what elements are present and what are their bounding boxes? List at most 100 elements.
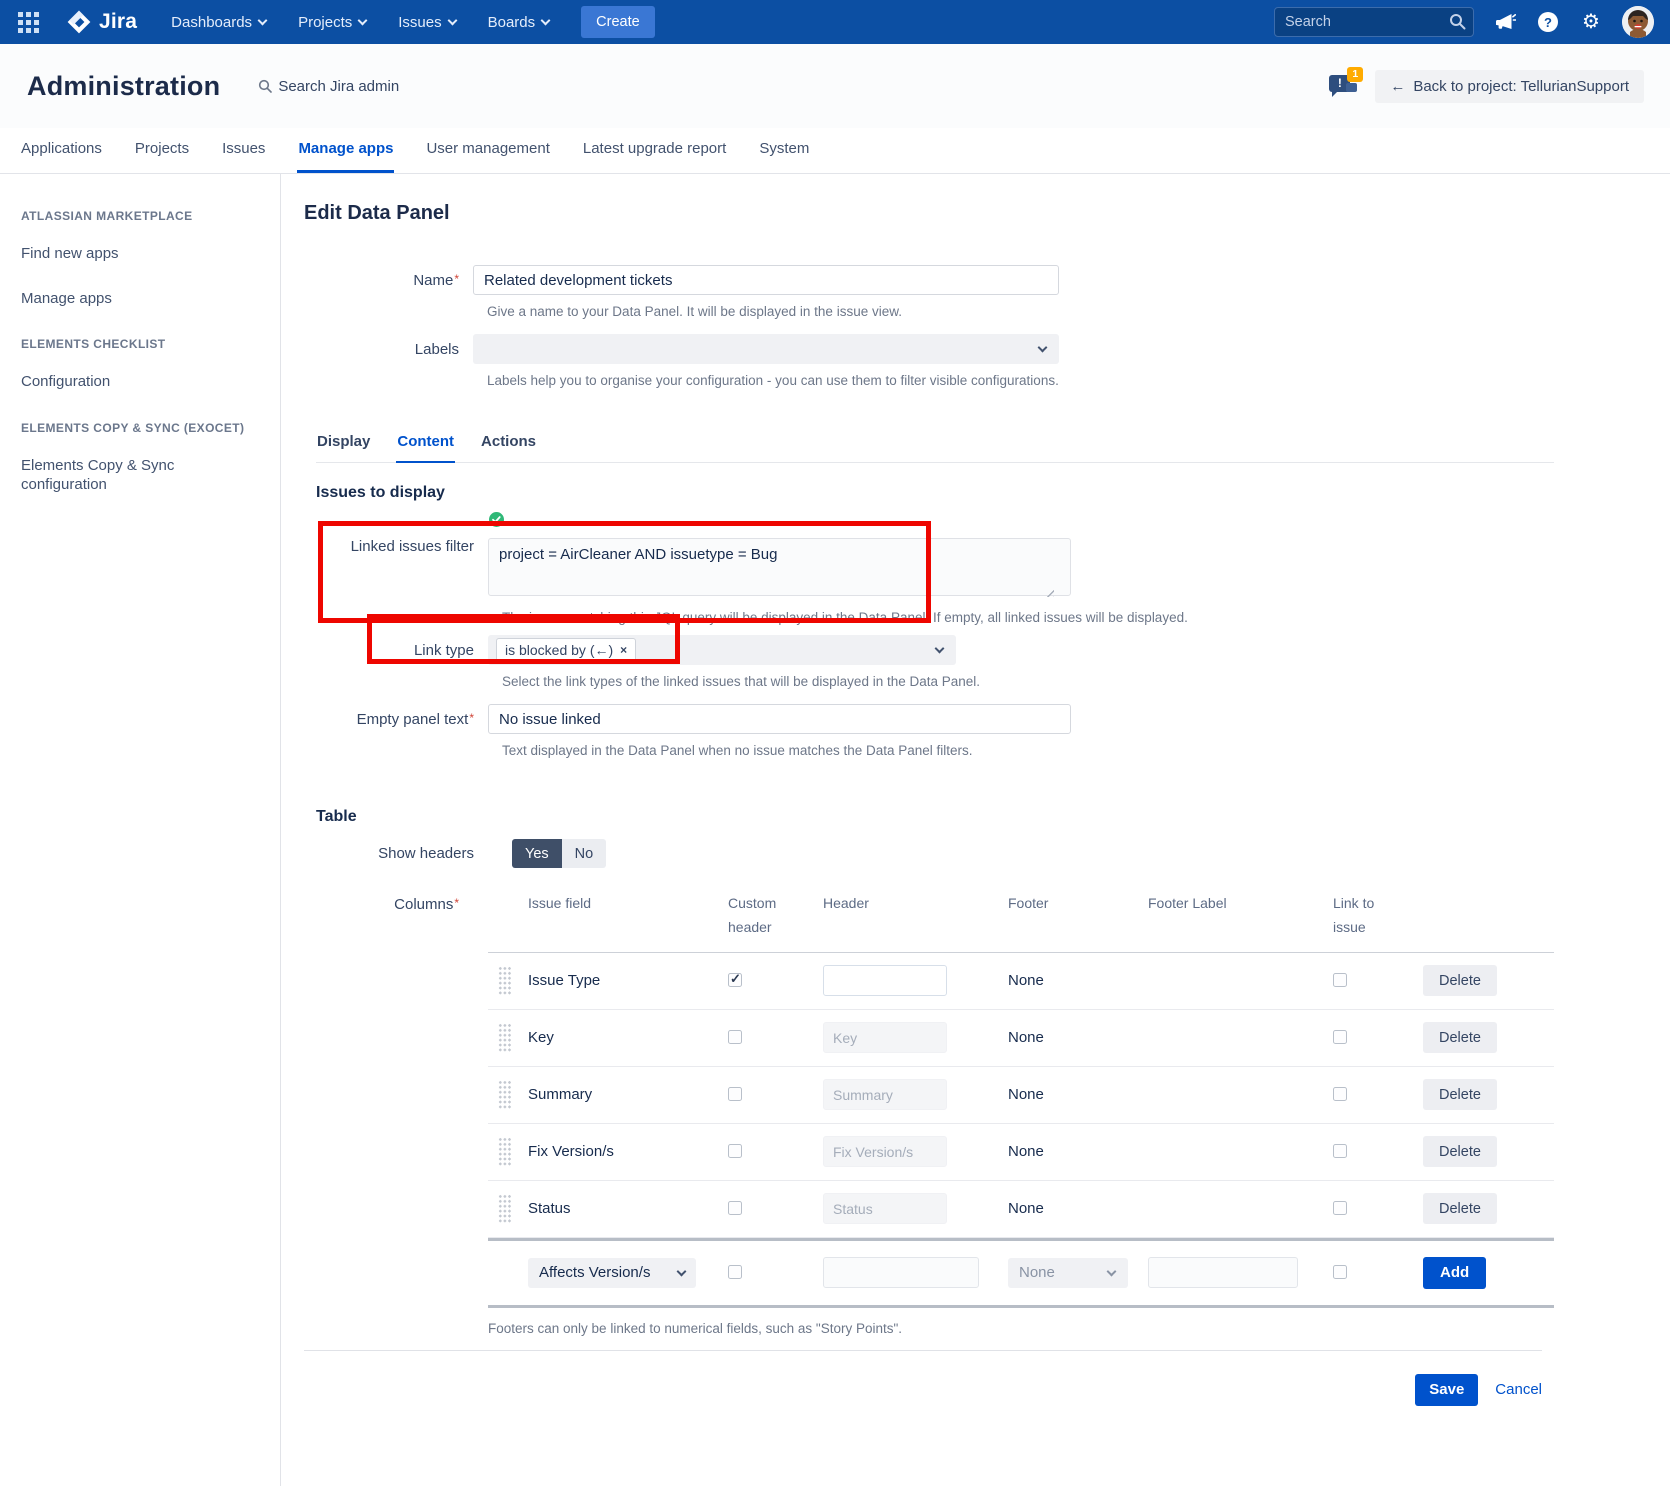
save-button[interactable]: Save bbox=[1415, 1374, 1478, 1406]
notification-icon[interactable]: ! 1 bbox=[1329, 71, 1361, 101]
delete-button[interactable]: Delete bbox=[1423, 965, 1497, 996]
tab-manage-apps[interactable]: Manage apps bbox=[297, 128, 394, 173]
nav-menu-label: Dashboards bbox=[171, 14, 252, 31]
footer-value: None bbox=[1008, 1143, 1148, 1160]
chevron-down-icon bbox=[677, 1266, 687, 1276]
announcements-icon[interactable] bbox=[1493, 10, 1517, 34]
admin-search[interactable]: Search Jira admin bbox=[258, 78, 399, 95]
nav-menu-projects[interactable]: Projects bbox=[286, 0, 378, 44]
header-input[interactable] bbox=[823, 965, 947, 996]
header-input[interactable] bbox=[823, 1079, 947, 1110]
footer-value: None bbox=[1008, 1200, 1148, 1217]
link-to-issue-checkbox[interactable] bbox=[1333, 1201, 1347, 1215]
remove-tag-icon[interactable]: × bbox=[620, 643, 627, 657]
link-to-issue-checkbox[interactable] bbox=[1333, 1087, 1347, 1101]
chevron-down-icon bbox=[935, 644, 945, 654]
help-icon[interactable]: ? bbox=[1536, 10, 1560, 34]
drag-handle[interactable] bbox=[498, 1023, 511, 1052]
link-to-issue-checkbox[interactable] bbox=[1333, 973, 1347, 987]
drag-handle[interactable] bbox=[498, 1080, 511, 1109]
tab-display[interactable]: Display bbox=[316, 433, 371, 463]
header-input[interactable] bbox=[823, 1193, 947, 1224]
column-row: Key None Delete bbox=[488, 1010, 1554, 1067]
custom-header-checkbox[interactable] bbox=[728, 1144, 742, 1158]
sidebar-item-find-new-apps[interactable]: Find new apps bbox=[21, 244, 211, 264]
link-to-issue-checkbox[interactable] bbox=[1333, 1030, 1347, 1044]
header-issue-field: Issue field bbox=[528, 892, 728, 916]
tab-content[interactable]: Content bbox=[396, 433, 455, 463]
tab-projects[interactable]: Projects bbox=[134, 128, 190, 173]
show-headers-yes-button[interactable]: Yes bbox=[512, 839, 562, 868]
labels-help-text: Labels help you to organise your configu… bbox=[473, 373, 1554, 388]
admin-header: Administration Search Jira admin ! 1 ← B… bbox=[0, 44, 1670, 128]
tab-system[interactable]: System bbox=[758, 128, 810, 173]
back-to-project-button[interactable]: ← Back to project: TellurianSupport bbox=[1375, 70, 1644, 103]
footer-select[interactable]: None bbox=[1008, 1258, 1128, 1288]
custom-header-checkbox[interactable] bbox=[728, 1201, 742, 1215]
header-input[interactable] bbox=[823, 1136, 947, 1167]
name-input[interactable] bbox=[473, 265, 1059, 295]
footer-value: None bbox=[1008, 1029, 1148, 1046]
show-headers-label: Show headers bbox=[304, 845, 488, 862]
sidebar-item-manage-apps[interactable]: Manage apps bbox=[21, 289, 211, 309]
delete-button[interactable]: Delete bbox=[1423, 1193, 1497, 1224]
search-input[interactable] bbox=[1274, 7, 1474, 37]
panel-tab-bar: Display Content Actions bbox=[316, 433, 1554, 463]
tab-latest-upgrade-report[interactable]: Latest upgrade report bbox=[582, 128, 727, 173]
drag-handle[interactable] bbox=[498, 1137, 511, 1166]
issue-field-select[interactable]: Affects Version/s bbox=[528, 1258, 696, 1288]
header-footer-label: Footer Label bbox=[1148, 892, 1333, 916]
columns-rows: Issue Type None Delete Key None Delete S… bbox=[488, 953, 1554, 1238]
empty-panel-text-input[interactable] bbox=[488, 704, 1071, 734]
labels-select[interactable] bbox=[473, 334, 1059, 364]
drag-handle[interactable] bbox=[498, 1194, 511, 1223]
nav-menu-dashboards[interactable]: Dashboards bbox=[159, 0, 278, 44]
delete-button[interactable]: Delete bbox=[1423, 1136, 1497, 1167]
custom-header-checkbox[interactable] bbox=[728, 1030, 742, 1044]
column-field-name: Status bbox=[528, 1200, 728, 1217]
delete-button[interactable]: Delete bbox=[1423, 1022, 1497, 1053]
back-to-project-label: Back to project: TellurianSupport bbox=[1413, 78, 1629, 95]
nav-menu-label: Issues bbox=[398, 14, 441, 31]
jira-logo[interactable]: Jira bbox=[66, 9, 137, 35]
link-type-select[interactable]: is blocked by (←) × bbox=[488, 635, 956, 665]
tab-user-management[interactable]: User management bbox=[425, 128, 550, 173]
tab-applications[interactable]: Applications bbox=[20, 128, 103, 173]
tab-actions[interactable]: Actions bbox=[480, 433, 537, 463]
main-content: Edit Data Panel Name* Give a name to you… bbox=[281, 174, 1670, 1486]
sidebar-item-elements-copy-sync-configuration[interactable]: Elements Copy & Sync configuration bbox=[21, 456, 211, 495]
search-icon[interactable] bbox=[1449, 13, 1466, 35]
link-to-issue-checkbox[interactable] bbox=[1333, 1144, 1347, 1158]
nav-menu-issues[interactable]: Issues bbox=[386, 0, 467, 44]
sidebar-heading-elements-copy-sync: ELEMENTS COPY & SYNC (EXOCET) bbox=[21, 421, 270, 435]
nav-menu-boards[interactable]: Boards bbox=[476, 0, 562, 44]
drag-handle[interactable] bbox=[498, 966, 511, 995]
add-header-input[interactable] bbox=[823, 1257, 979, 1288]
link-type-tag: is blocked by (←) × bbox=[496, 638, 636, 662]
admin-search-label: Search Jira admin bbox=[278, 78, 399, 95]
add-link-to-issue-checkbox[interactable] bbox=[1333, 1265, 1347, 1279]
custom-header-checkbox[interactable] bbox=[728, 973, 742, 987]
delete-button[interactable]: Delete bbox=[1423, 1079, 1497, 1110]
custom-header-checkbox[interactable] bbox=[728, 1087, 742, 1101]
create-button[interactable]: Create bbox=[581, 6, 655, 38]
header-input[interactable] bbox=[823, 1022, 947, 1053]
tab-issues[interactable]: Issues bbox=[221, 128, 266, 173]
required-asterisk: * bbox=[454, 272, 459, 286]
chevron-down-icon bbox=[1038, 343, 1048, 353]
app-switcher-icon[interactable] bbox=[16, 10, 40, 34]
jira-logo-icon bbox=[66, 9, 92, 35]
admin-sidebar: ATLASSIAN MARKETPLACE Find new apps Mana… bbox=[0, 174, 281, 1486]
add-button[interactable]: Add bbox=[1423, 1257, 1486, 1289]
page-title: Administration bbox=[27, 71, 220, 102]
settings-gear-icon[interactable]: ⚙ bbox=[1579, 10, 1603, 34]
admin-tab-bar: Applications Projects Issues Manage apps… bbox=[0, 128, 1670, 174]
divider bbox=[304, 1350, 1542, 1351]
show-headers-no-button[interactable]: No bbox=[562, 839, 607, 868]
user-avatar[interactable] bbox=[1622, 6, 1654, 38]
sidebar-item-configuration[interactable]: Configuration bbox=[21, 372, 211, 392]
add-footer-label-input[interactable] bbox=[1148, 1257, 1298, 1288]
linked-issues-filter-textarea[interactable]: project = AirCleaner AND issuetype = Bug bbox=[488, 538, 1071, 596]
cancel-link[interactable]: Cancel bbox=[1495, 1381, 1542, 1398]
add-custom-header-checkbox[interactable] bbox=[728, 1265, 742, 1279]
